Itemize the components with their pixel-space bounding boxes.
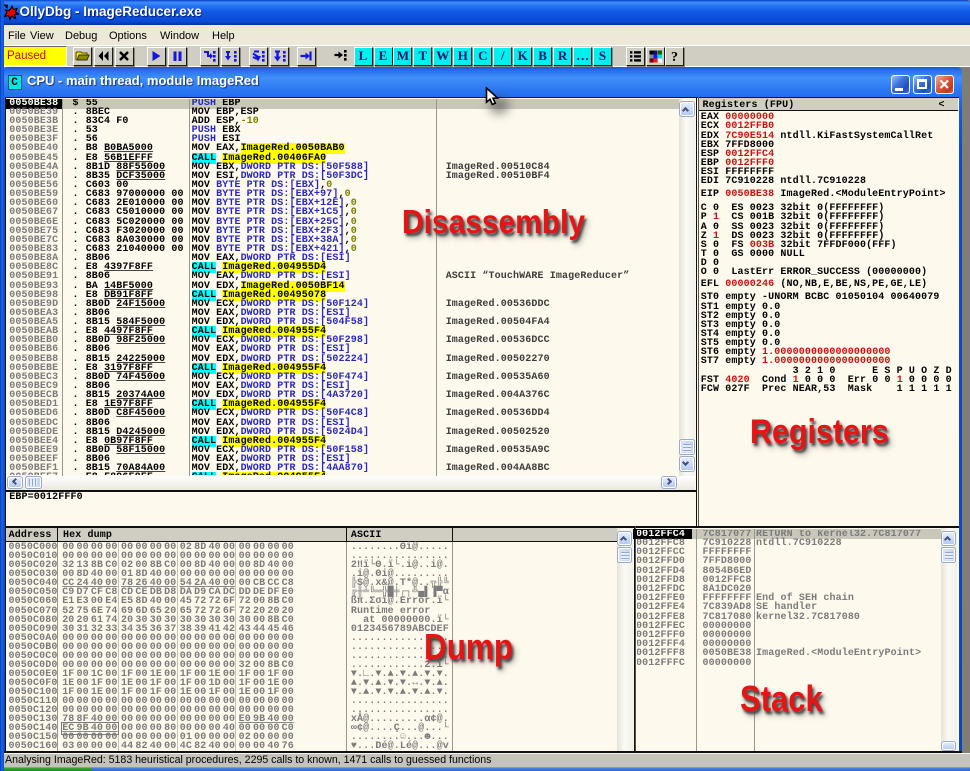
svg-text:?: ? xyxy=(671,50,678,65)
